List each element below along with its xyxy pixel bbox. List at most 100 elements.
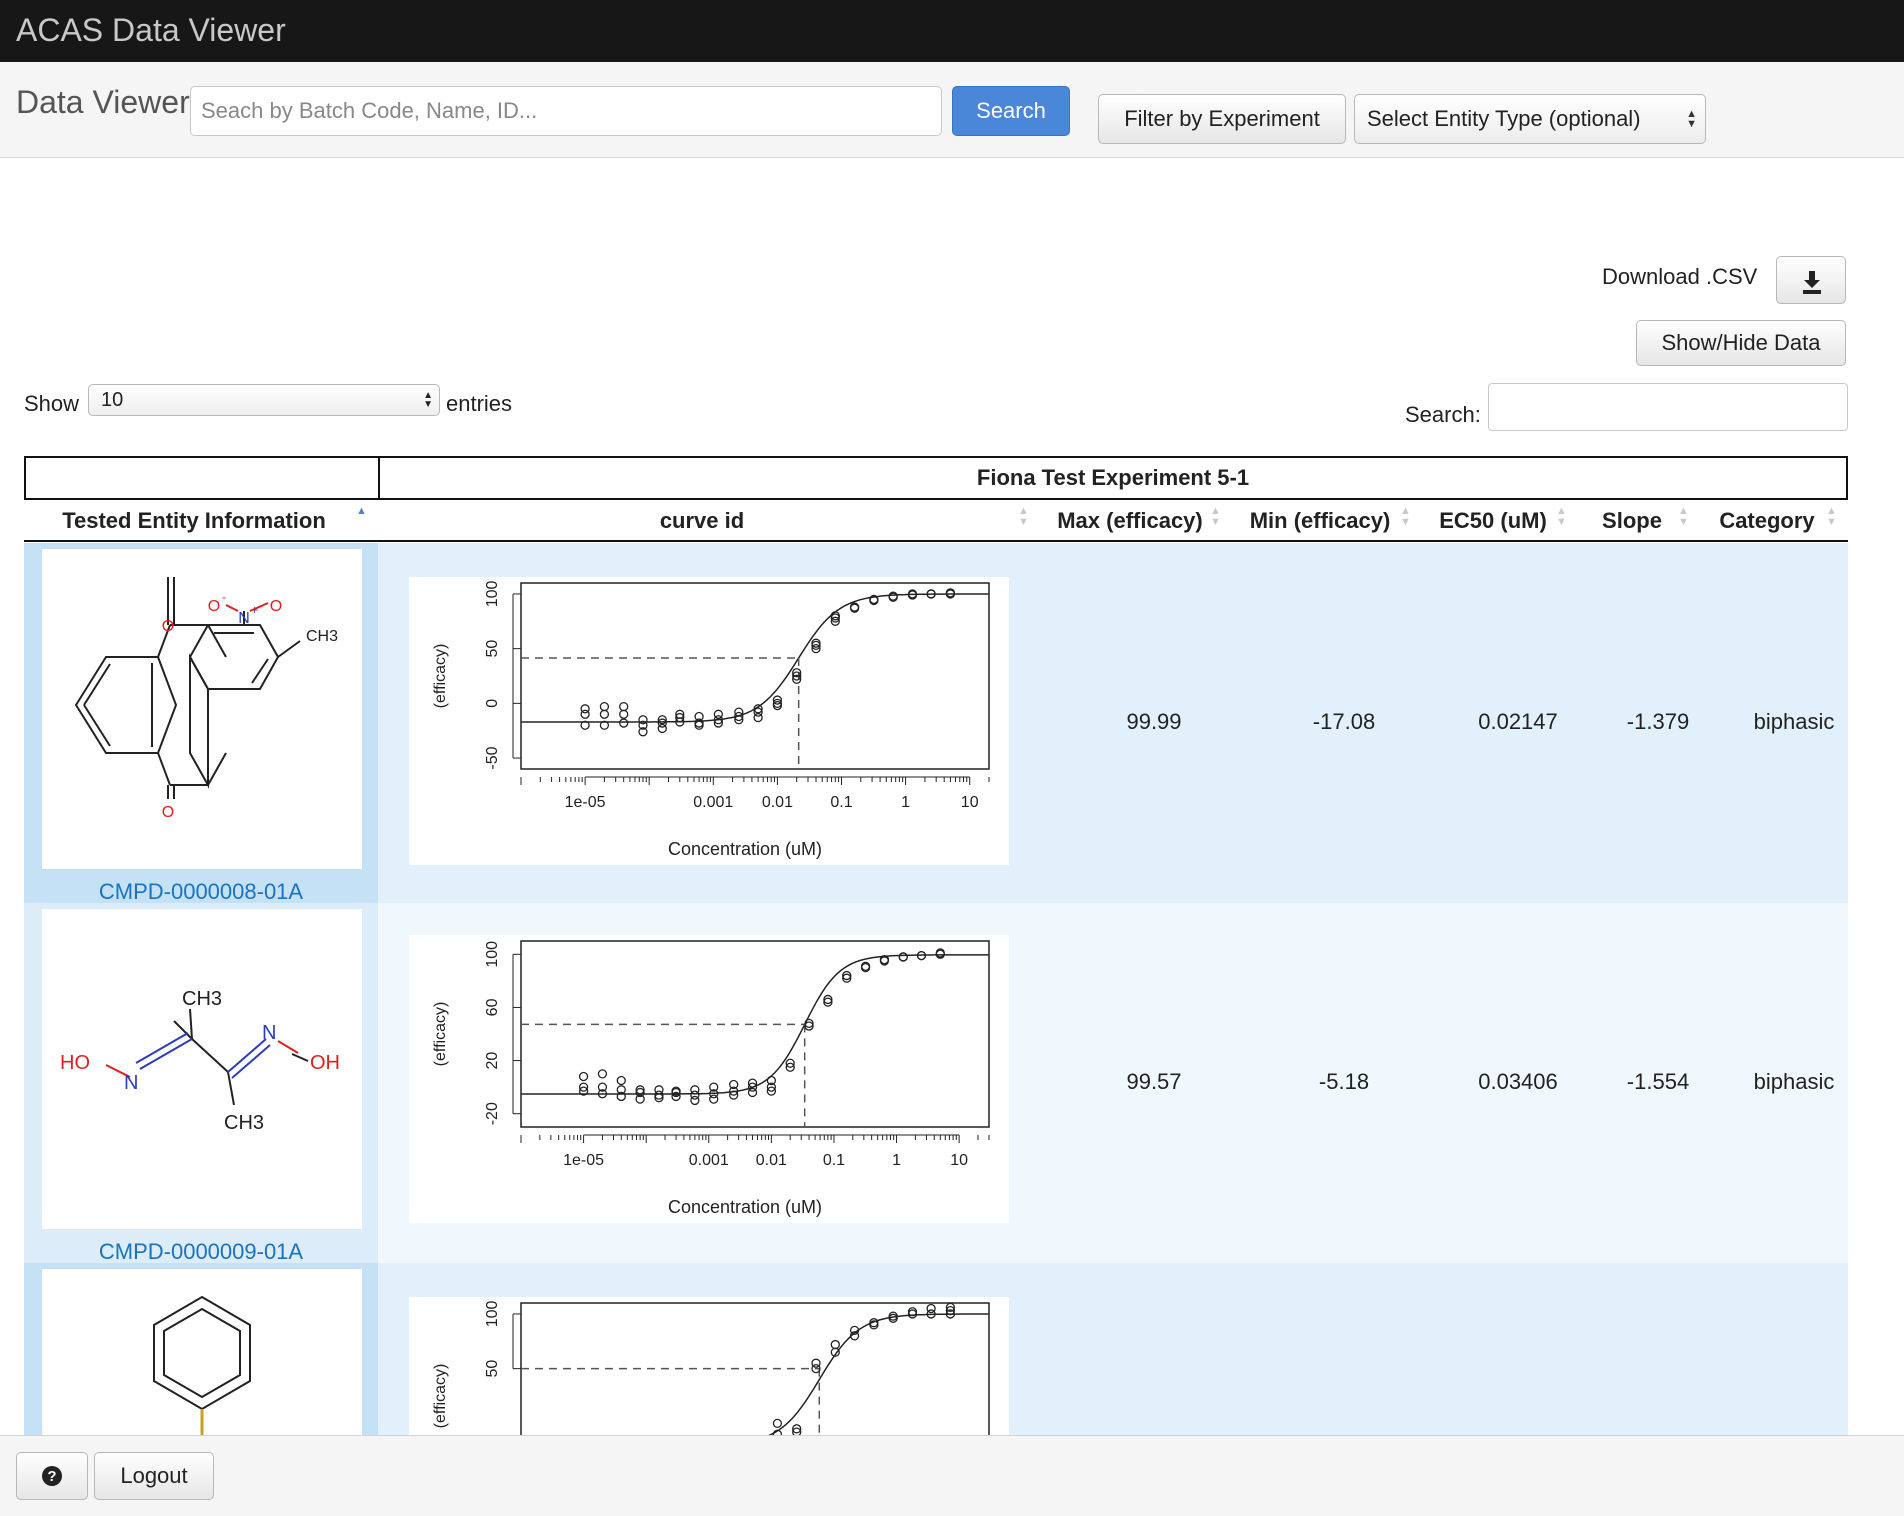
atom-label: O	[208, 598, 220, 615]
page-length-value: 10	[101, 388, 124, 411]
compound-code-link[interactable]: CMPD-0000008-01A	[24, 879, 378, 905]
logout-label: Logout	[120, 1463, 188, 1488]
column-header-entity[interactable]: Tested Entity Information	[24, 500, 364, 542]
data-point	[830, 1339, 840, 1350]
table-search-input[interactable]	[1488, 383, 1848, 431]
column-header-slope[interactable]: Slope	[1590, 500, 1674, 542]
data-point	[599, 709, 610, 719]
category-cell: biphasic	[1753, 709, 1835, 734]
show-hide-data-button[interactable]: Show/Hide Data	[1636, 320, 1846, 366]
entity-type-select[interactable]: Select Entity Type (optional) ▲ ▼	[1354, 94, 1706, 144]
search-button-label: Search	[976, 98, 1046, 123]
data-point	[898, 952, 908, 962]
x-tick-label: 1	[892, 1152, 901, 1169]
data-point	[619, 701, 629, 712]
y-axis-label: (efficacy)	[432, 1002, 449, 1067]
y-tick-label: -20	[484, 1102, 501, 1125]
x-axis-label: Concentration (uM)	[668, 1197, 822, 1217]
x-tick-label: 0.001	[693, 794, 733, 811]
y-axis-label: (efficacy)	[432, 1364, 449, 1429]
plot-frame	[520, 582, 990, 770]
sort-both-icon: ▲ ▼	[1210, 505, 1221, 528]
filter-button-label: Filter by Experiment	[1124, 106, 1320, 131]
app-brand[interactable]: ACAS Data Viewer	[16, 12, 286, 49]
structure-image: CH3 CH3 HO OH N N	[42, 909, 362, 1229]
x-tick-label: 0.01	[756, 1152, 787, 1169]
column-header-label: Tested Entity Information	[62, 508, 326, 533]
atom-label: N	[262, 1022, 276, 1044]
x-tick-label: 10	[961, 794, 979, 811]
help-button[interactable]: ?	[16, 1452, 88, 1500]
data-point	[690, 1095, 700, 1106]
x-tick-label: 0.001	[689, 1152, 729, 1169]
table-row: 100 50 (efficacy)	[24, 1263, 1848, 1516]
entries-label: entries	[446, 391, 513, 416]
experiment-name: Fiona Test Experiment 5-1	[976, 465, 1250, 490]
data-point	[597, 1069, 608, 1079]
entity-cell: CH3 CH3 HO OH N N CMPD-0000009-01A	[24, 903, 378, 1265]
structure-image: O O O - O N + CH3	[42, 549, 362, 869]
select-arrows-icon: ▲ ▼	[1686, 108, 1697, 130]
filter-by-experiment-button[interactable]: Filter by Experiment	[1098, 94, 1346, 144]
column-header-label: EC50 (uM)	[1439, 508, 1547, 533]
curve-plot: 100 60 20 -20 (efficacy) 1e-05 0.001 0.01 0.1 1 10…	[409, 935, 1009, 1223]
column-header-ec50[interactable]: EC50 (uM)	[1428, 500, 1558, 542]
atom-label: CH3	[182, 988, 222, 1010]
compound-code-link[interactable]: CMPD-0000009-01A	[24, 1239, 378, 1265]
data-point	[690, 1085, 700, 1095]
group-header-experiment: Fiona Test Experiment 5-1	[378, 456, 1848, 500]
slope-cell: -1.379	[1626, 709, 1690, 734]
min-efficacy-cell: -5.18	[1318, 1069, 1370, 1094]
search-button[interactable]: Search	[952, 86, 1070, 136]
molecule-structure-row1: O O O - O N + CH3	[74, 577, 338, 821]
data-point	[599, 701, 610, 712]
data-point	[811, 1358, 821, 1368]
atom-label: HO	[60, 1052, 90, 1074]
show-label: Show	[24, 391, 80, 416]
atom-label: CH3	[306, 628, 338, 645]
data-point	[580, 704, 590, 714]
data-point	[926, 1303, 936, 1314]
column-header-curve-id[interactable]: curve id	[390, 500, 1014, 542]
y-tick-label: 50	[484, 1360, 501, 1378]
atom-label: N	[124, 1072, 138, 1094]
curve-plot: 100 50 0 -50 (efficacy) 1e-05 0.001 0.01 0.1 1 10 C…	[409, 577, 1009, 865]
page-length-select[interactable]: 10 ▲ ▼	[88, 384, 440, 416]
ec50-cell: 0.03406	[1478, 1069, 1558, 1094]
data-point	[616, 1075, 626, 1086]
data-point	[709, 1094, 719, 1104]
slope-cell: -1.554	[1626, 1069, 1690, 1094]
page-title: Data Viewer	[16, 84, 190, 120]
atom-label: O	[162, 618, 174, 635]
sort-asc-icon: ▲	[356, 505, 367, 517]
column-header-label: Max (efficacy)	[1057, 508, 1203, 533]
molecule-structure-row2: CH3 CH3 HO OH N N	[60, 988, 340, 1134]
y-tick-label: -50	[484, 746, 501, 769]
download-csv-button[interactable]	[1776, 256, 1846, 304]
search-input[interactable]	[190, 86, 942, 136]
column-header-label: Category	[1719, 508, 1815, 533]
y-tick-label: 50	[484, 640, 501, 658]
data-point	[619, 718, 629, 728]
column-header-category[interactable]: Category	[1712, 500, 1822, 542]
y-tick-label: 0	[484, 699, 501, 708]
x-tick-label: 0.1	[823, 1152, 845, 1169]
x-tick-label: 1	[901, 794, 910, 811]
entity-cell	[24, 1263, 378, 1516]
x-axis-label: Concentration (uM)	[668, 839, 822, 859]
y-tick-label: 100	[484, 580, 501, 607]
download-icon	[1803, 271, 1821, 294]
column-header-min[interactable]: Min (efficacy)	[1244, 500, 1396, 542]
download-csv-label: Download .CSV	[1602, 264, 1758, 289]
svg-text:?: ?	[47, 1468, 56, 1485]
fit-curve	[521, 1313, 989, 1446]
column-header-max[interactable]: Max (efficacy)	[1050, 500, 1210, 542]
sort-both-icon: ▲ ▼	[1678, 505, 1689, 528]
min-efficacy-cell: -17.08	[1312, 709, 1376, 734]
column-header-label: Min (efficacy)	[1249, 508, 1391, 533]
x-tick-label: 0.1	[830, 794, 852, 811]
logout-button[interactable]: Logout	[94, 1452, 214, 1500]
y-tick-label: 60	[484, 998, 501, 1016]
x-tick-label: 0.01	[762, 794, 793, 811]
dose-response-chart: 100 50 0 -50 (efficacy) 1e-05 0.001 0.01 0.1 1 10 C…	[432, 580, 990, 859]
